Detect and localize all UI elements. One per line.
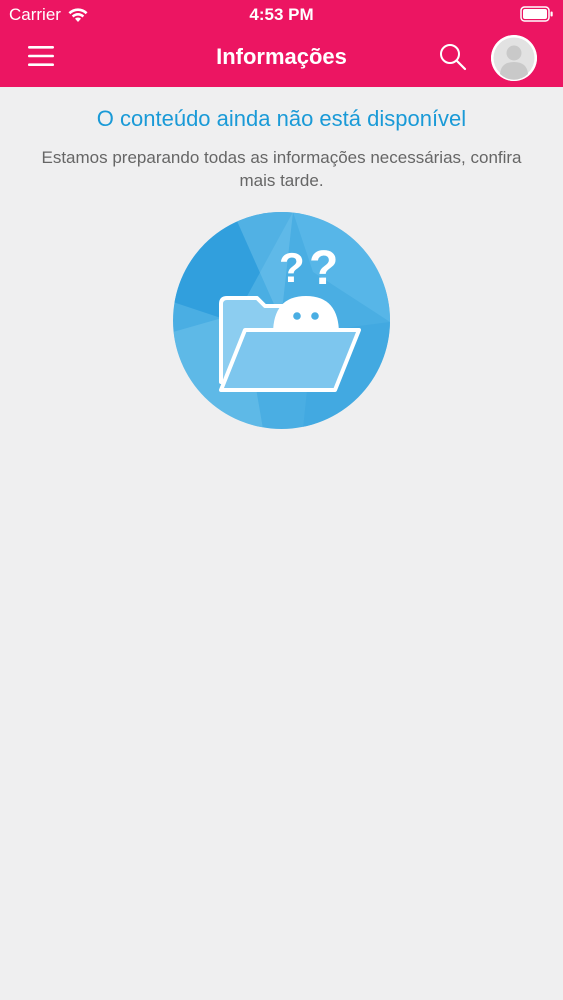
- page-title: Informações: [216, 44, 347, 69]
- user-avatar-button[interactable]: [491, 35, 537, 81]
- top-bar: Carrier 4:53 PM Informações: [0, 0, 563, 87]
- empty-folder-question-icon: ? ?: [173, 212, 390, 429]
- svg-text:?: ?: [279, 244, 305, 291]
- status-time: 4:53 PM: [249, 5, 314, 24]
- status-bar: Carrier 4:53 PM: [0, 0, 563, 30]
- hamburger-menu-icon[interactable]: [27, 44, 55, 68]
- empty-state-title: O conteúdo ainda não está disponível: [96, 106, 467, 131]
- battery-icon: [520, 6, 553, 22]
- svg-text:?: ?: [309, 242, 338, 295]
- empty-state-description: Estamos preparando todas as informações …: [41, 148, 522, 190]
- user-avatar-icon: [491, 35, 537, 81]
- search-icon[interactable]: [438, 42, 468, 72]
